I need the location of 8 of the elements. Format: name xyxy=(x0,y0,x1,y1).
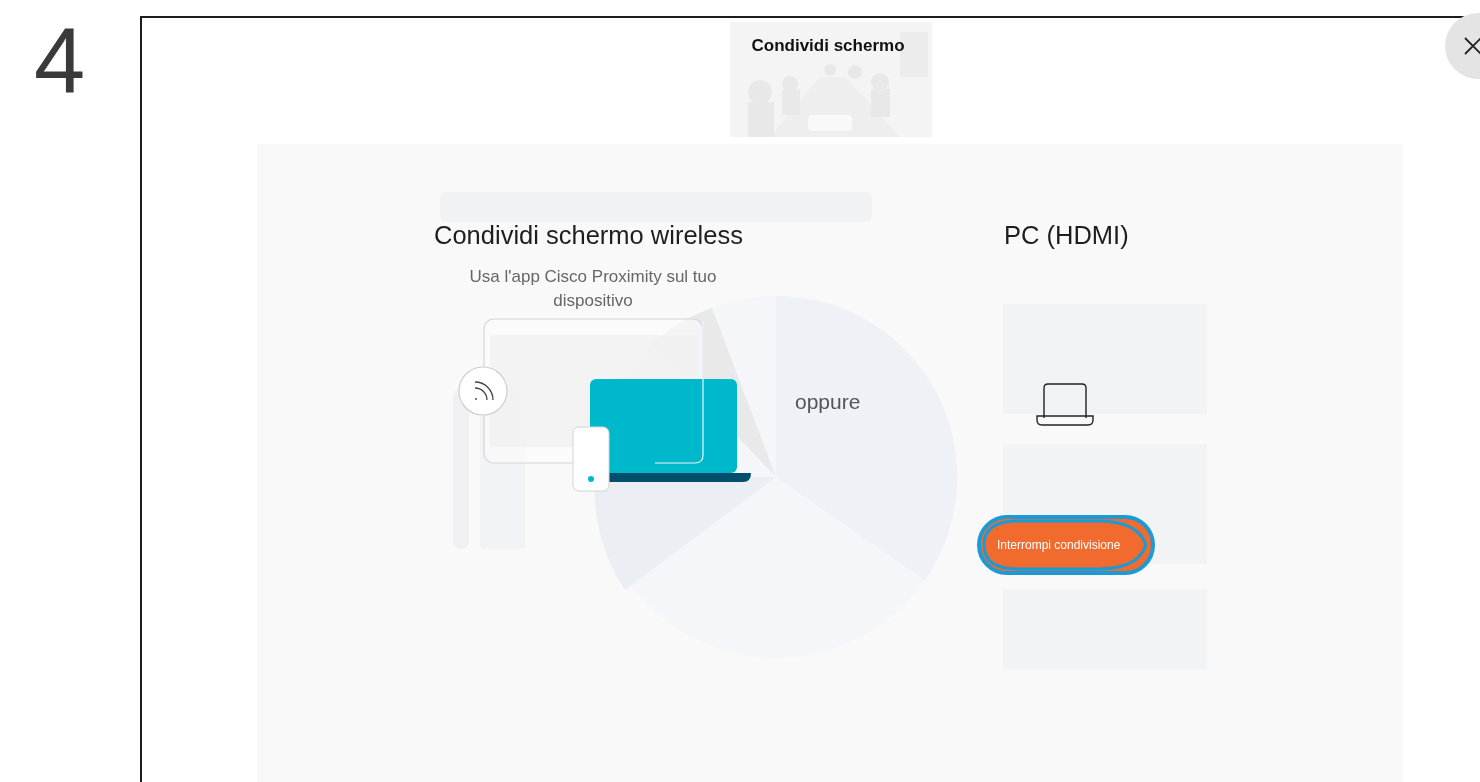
step-number: 4 xyxy=(34,14,86,106)
option-title: Condividi schermo wireless xyxy=(434,221,743,250)
option-title: PC (HDMI) xyxy=(1004,221,1129,250)
close-icon xyxy=(1463,36,1480,56)
option-hint: Usa l'app Cisco Proximity sul tuo dispositivo xyxy=(468,266,718,312)
laptop-icon xyxy=(1036,382,1094,427)
dialog-title: Condividi schermo xyxy=(750,36,906,56)
separator-text: oppure xyxy=(795,390,861,414)
